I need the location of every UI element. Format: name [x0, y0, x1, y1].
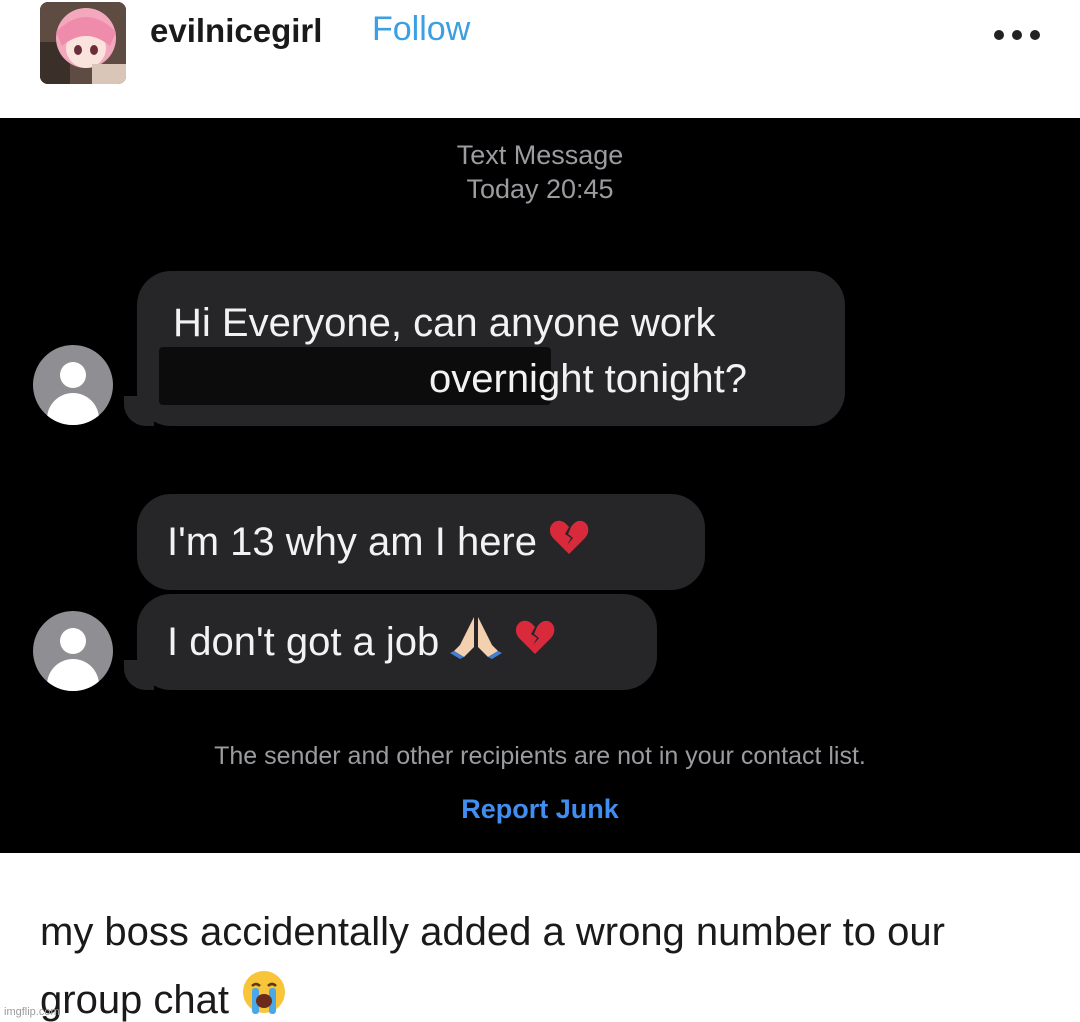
caption-text: my boss accidentally added a wrong numbe… [40, 910, 945, 1022]
report-junk-link[interactable]: Report Junk [0, 794, 1080, 825]
message-bubble: I don't got a job [137, 594, 657, 690]
broken-heart-icon [548, 516, 590, 573]
message-text: Hi Everyone, can anyone work [173, 301, 716, 345]
message-bubble: Hi Everyone, can anyone work overnight t… [137, 271, 845, 426]
user-avatar[interactable] [40, 2, 126, 84]
more-options-icon[interactable] [994, 28, 1040, 42]
thread-date-label: Today 20:45 [466, 174, 614, 204]
message-bubble: I'm 13 why am I here [137, 494, 705, 590]
contact-avatar-icon [33, 611, 113, 691]
folded-hands-icon [450, 615, 503, 674]
message-screenshot: Text Message Today 20:45 Hi Everyone, ca… [0, 118, 1080, 853]
post-caption: my boss accidentally added a wrong numbe… [40, 898, 1050, 1022]
contact-avatar-icon [33, 345, 113, 425]
follow-button[interactable]: Follow [372, 10, 470, 49]
message-text: I don't got a job [167, 620, 440, 664]
loudly-crying-face-icon [240, 968, 288, 1022]
thread-type-label: Text Message [456, 140, 624, 170]
unknown-sender-notice: The sender and other recipients are not … [214, 742, 866, 770]
broken-heart-icon [514, 616, 556, 673]
message-text: I'm 13 why am I here [167, 520, 537, 564]
message-text: overnight tonight? [429, 357, 748, 401]
post-header: evilnicegirl Follow [0, 0, 1080, 118]
imgflip-watermark: imgflip.com [4, 1006, 60, 1018]
post-username[interactable]: evilnicegirl [150, 12, 322, 50]
